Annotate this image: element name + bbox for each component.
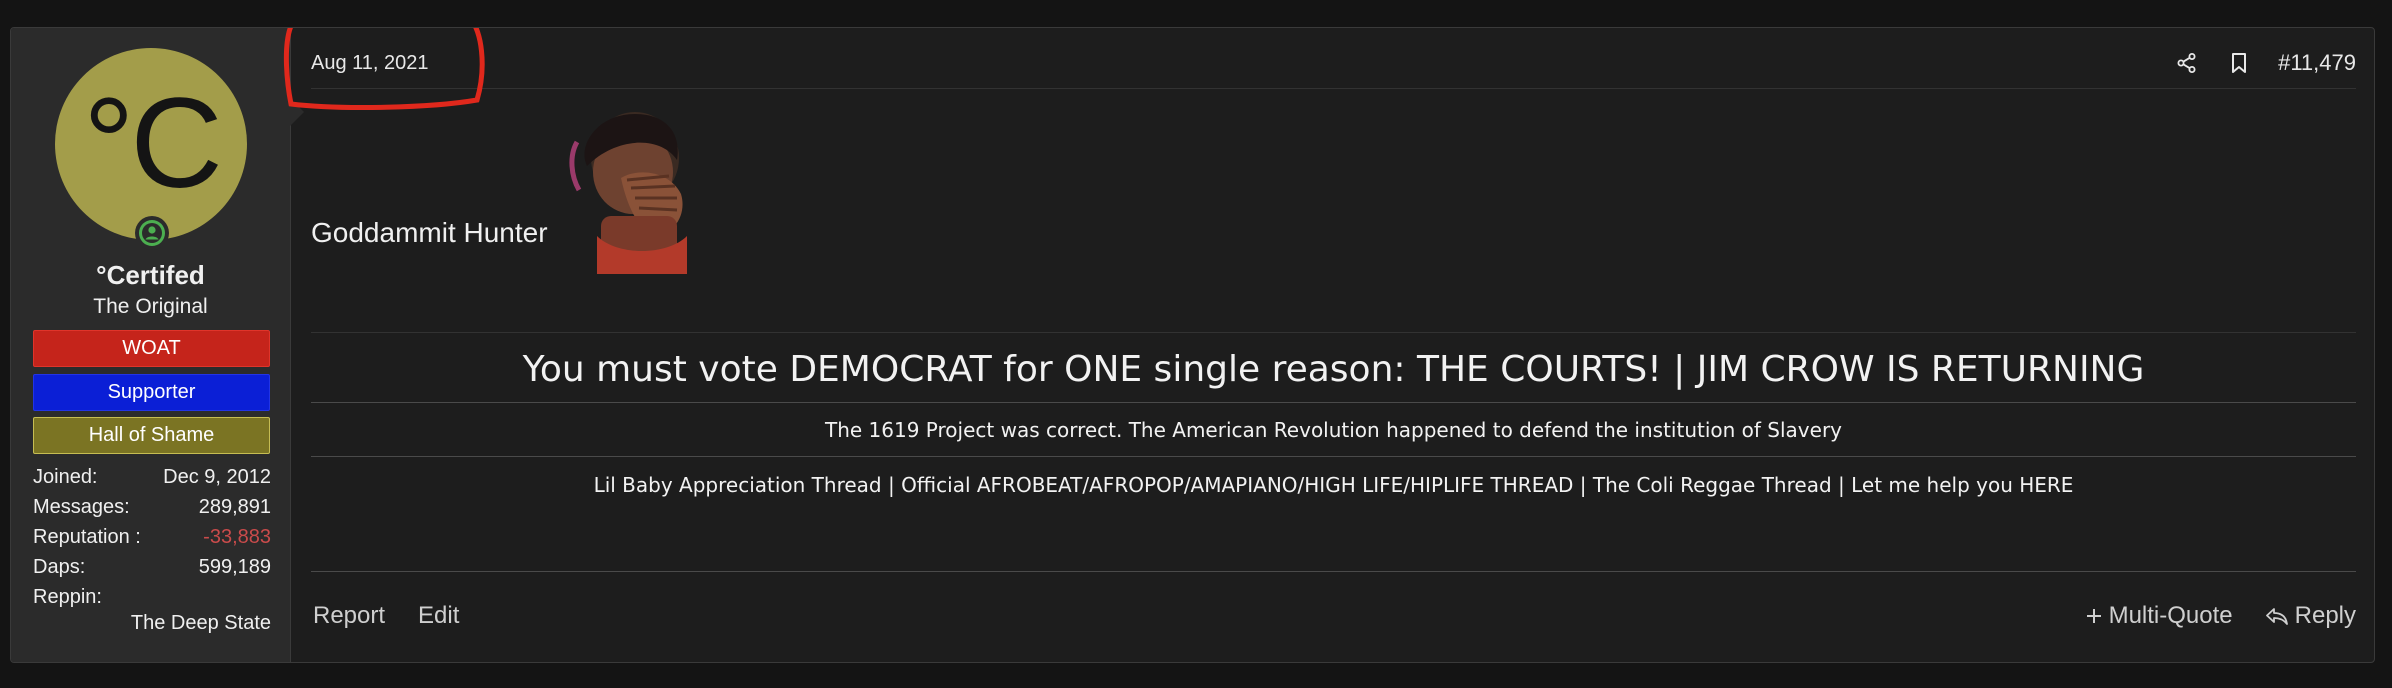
banner-supporter: Supporter [33,374,270,411]
stat-value: -33,883 [203,526,271,548]
post-main: Aug 11, 2021 #11,479 Goddammit Hunter Yo… [283,28,2374,662]
edit-button[interactable]: Edit [418,602,459,630]
post-header: Aug 11, 2021 #11,479 [283,28,2356,110]
signature-line-2[interactable]: The 1619 Project was correct. The Americ… [311,403,2356,457]
stat-label: Reputation : [33,526,141,548]
post-number[interactable]: #11,479 [2278,50,2356,76]
stat-messages: Messages: 289,891 [33,492,281,522]
user-title: The Original [93,295,208,318]
user-stats: Joined: Dec 9, 2012 Messages: 289,891 Re… [33,462,281,635]
reppin-value: The Deep State [130,612,271,634]
stat-label: Joined: [33,466,98,488]
stat-label: Daps: [33,556,86,578]
footer-right-actions: Multi-Quote Reply [2085,602,2356,630]
multi-quote-button[interactable]: Multi-Quote [2085,602,2233,630]
stat-reppin: Reppin: [33,582,281,612]
username[interactable]: °Certifed [11,260,290,291]
reply-icon [2265,608,2288,625]
report-button[interactable]: Report [313,602,385,630]
forum-post: °C °Certifed The Original WOAT Supporter… [10,27,2375,663]
facepalm-emoji [569,112,687,274]
share-icon[interactable] [2174,50,2200,76]
signature-headline-link[interactable]: You must vote DEMOCRAT for ONE single re… [311,333,2356,403]
user-avatar[interactable]: °C [55,48,247,240]
banner-woat: WOAT [33,330,270,367]
user-sidebar: °C °Certifed The Original WOAT Supporter… [11,28,304,662]
reply-label: Reply [2294,602,2356,629]
stat-reputation: Reputation : -33,883 [33,522,281,552]
multi-quote-label: Multi-Quote [2108,602,2233,629]
online-status-icon [135,216,169,250]
stat-daps: Daps: 599,189 [33,552,281,582]
post-footer: Report Edit Multi-Quote Reply [311,571,2356,643]
banner-hall-of-shame: Hall of Shame [33,417,270,454]
reply-button[interactable]: Reply [2265,602,2356,630]
stat-value: 599,189 [198,556,271,578]
footer-left-actions: Report Edit [313,602,459,630]
signature: You must vote DEMOCRAT for ONE single re… [311,332,2356,513]
bookmark-icon[interactable] [2226,50,2252,76]
post-body-text: Goddammit Hunter [311,217,548,248]
stat-value: Dec 9, 2012 [163,466,271,488]
stat-label: Reppin: [33,586,102,608]
post-header-actions: #11,479 [2174,50,2356,76]
stat-value[interactable]: 289,891 [199,492,281,522]
stat-joined: Joined: Dec 9, 2012 [33,462,281,492]
plus-icon [2086,609,2101,623]
stat-label: Messages: [33,496,130,518]
signature-line-3[interactable]: Lil Baby Appreciation Thread | Official … [311,457,2356,513]
post-date[interactable]: Aug 11, 2021 [311,52,429,75]
